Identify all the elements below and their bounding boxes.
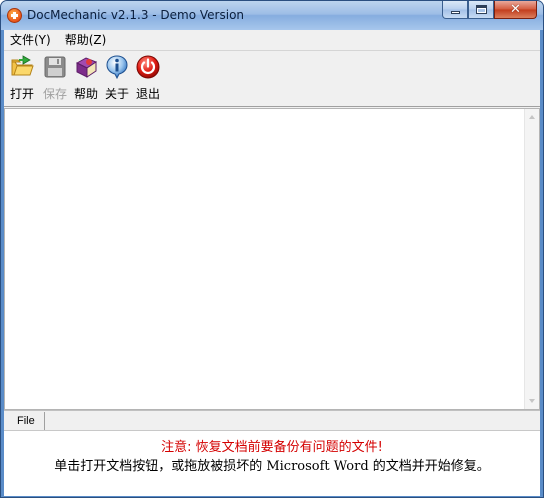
maximize-button[interactable]	[468, 1, 494, 19]
tab-strip: File	[4, 410, 540, 430]
menu-file[interactable]: 文件(Y)	[4, 30, 58, 50]
open-folder-icon	[11, 55, 34, 76]
menu-help[interactable]: 帮助(Z)	[58, 30, 114, 50]
close-icon: ✕	[510, 2, 521, 17]
exit-button[interactable]: 退出	[133, 55, 163, 102]
save-disk-icon	[44, 56, 66, 78]
backup-warning: 注意: 恢复文档前要备份有问题的文件!	[161, 440, 383, 455]
app-window: DocMechanic v2.1.3 - Demo Version ✕ 文件(Y…	[0, 0, 544, 498]
client-area: 文件(Y) 帮助(Z) 打开 保存 帮助 关于 退出 File 注意: 恢复文档…	[4, 30, 540, 496]
maximize-icon	[475, 5, 487, 14]
scroll-up-icon[interactable]	[529, 115, 535, 119]
about-button[interactable]: 关于	[102, 55, 132, 102]
tab-file[interactable]: File	[8, 412, 45, 430]
save-label: 保存	[42, 87, 67, 101]
notice-panel: 注意: 恢复文档前要备份有问题的文件! 单击打开文档按钮，或拖放被损坏的 Mic…	[4, 430, 540, 496]
document-area[interactable]	[4, 108, 540, 410]
vertical-scrollbar[interactable]	[524, 109, 539, 409]
app-icon[interactable]	[7, 8, 22, 23]
open-label: 打开	[9, 87, 34, 101]
minimize-icon	[450, 11, 460, 14]
window-title: DocMechanic v2.1.3 - Demo Version	[27, 8, 245, 22]
exit-label: 退出	[135, 87, 160, 101]
info-icon	[106, 55, 128, 80]
about-label: 关于	[104, 87, 129, 101]
save-button[interactable]: 保存	[40, 55, 70, 102]
minimize-button[interactable]	[442, 1, 468, 19]
toolbar: 打开 保存 帮助 关于 退出	[4, 51, 540, 107]
power-icon	[136, 55, 160, 79]
menu-bar: 文件(Y) 帮助(Z)	[4, 30, 540, 50]
window-controls: ✕	[442, 1, 537, 19]
usage-instruction: 单击打开文档按钮，或拖放被损坏的 Microsoft Word 的文档并开始修复…	[54, 459, 490, 474]
title-bar[interactable]: DocMechanic v2.1.3 - Demo Version ✕	[1, 1, 543, 30]
help-book-icon	[75, 57, 98, 78]
help-label: 帮助	[73, 87, 98, 101]
help-button[interactable]: 帮助	[71, 55, 101, 102]
open-button[interactable]: 打开	[7, 55, 37, 102]
scroll-down-icon[interactable]	[529, 399, 535, 403]
close-button[interactable]: ✕	[494, 1, 537, 19]
